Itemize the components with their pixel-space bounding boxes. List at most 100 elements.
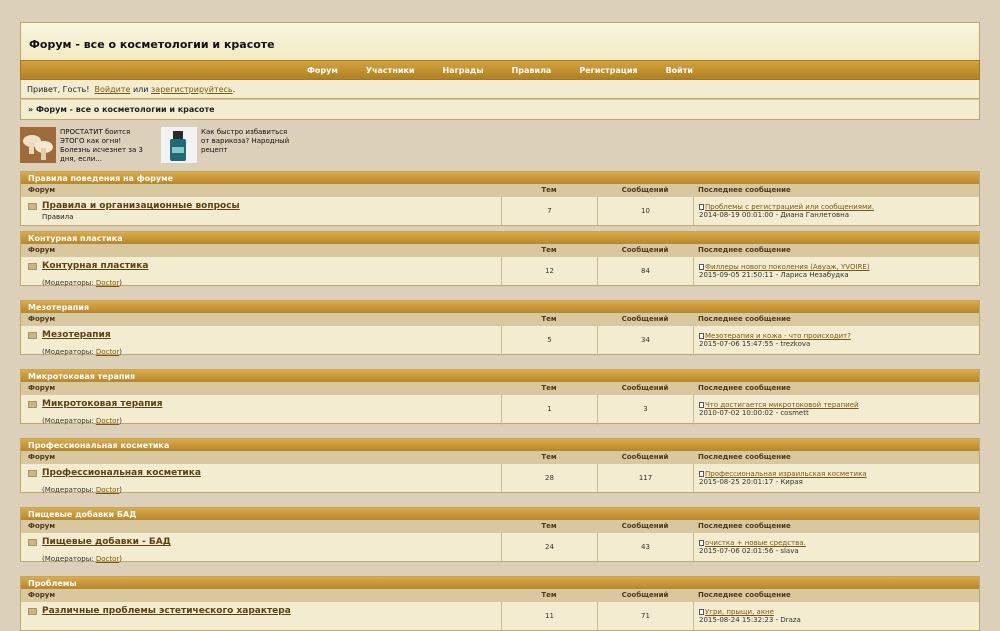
forum-link[interactable]: Пищевые добавки - БАД [42,537,501,547]
header-forum: Форум [28,384,56,392]
header-last-post: Последнее сообщение [698,246,791,254]
last-post-link[interactable]: очистка + новые средства. [705,539,806,547]
guest-info: Привет, Гость! Войдите или зарегистрируй… [20,80,980,99]
ad-item[interactable]: Как быстро избавиться от варикоза? Народ… [161,127,302,165]
document-icon [699,264,704,270]
header-posts: Сообщений [621,315,669,323]
nav-members[interactable]: Участники [352,66,429,75]
topics-count: 5 [501,326,597,356]
last-post-cell: Филлеры нового поколения (Авуаж, YVOIRE)… [693,257,979,287]
moderator-link[interactable]: Doctor [96,279,119,287]
last-post-link[interactable]: Филлеры нового поколения (Авуаж, YVOIRE) [705,263,870,271]
forum-link[interactable]: Контурная пластика [42,261,501,271]
greeting: Привет, Гость! [27,85,90,94]
last-post-link[interactable]: Угри, прыщи, акне [705,608,774,616]
forum-row: Различные проблемы эстетического характе… [21,602,979,630]
moderators-label: (Модераторы: [42,417,94,425]
forum-folder-icon [28,608,37,615]
header-topics: Тем [541,186,557,194]
category-header-row: Форум Тем Сообщений Последнее сообщение [21,589,979,602]
topics-count: 7 [501,197,597,225]
or-text: или [132,85,149,94]
forum-cell: Правила и организационные вопросы Правил… [21,197,501,225]
ad-text[interactable]: ПРОСТАТИТ боится ЭТОГО как огня! Болезнь… [60,127,152,165]
last-post-cell: Мезотерапия и кожа - что происходит? 201… [693,326,979,356]
forum-link[interactable]: Мезотерапия [42,330,501,340]
category-header-row: Форум Тем Сообщений Последнее сообщение [21,451,979,464]
ad-image-bottle[interactable] [161,127,197,163]
forum-cell: Мезотерапия (Модераторы: Doctor) [21,326,501,356]
header-posts: Сообщений [621,384,669,392]
header-posts: Сообщений [621,522,669,530]
header-last-post: Последнее сообщение [698,522,791,530]
info-end: . [232,85,236,94]
forum-folder-icon [28,470,37,477]
ad-image-mushrooms[interactable] [20,127,56,163]
site-header: Форум - все о косметологии и красоте [20,22,980,60]
ad-block: ПРОСТАТИТ боится ЭТОГО как огня! Болезнь… [20,127,302,165]
forum-link[interactable]: Различные проблемы эстетического характе… [42,606,501,616]
document-icon [699,333,704,339]
category-title[interactable]: Пищевые добавки БАД [21,508,979,520]
nav-login[interactable]: Войти [652,66,707,75]
login-link[interactable]: Войдите [95,85,131,94]
category-title[interactable]: Проблемы [21,577,979,589]
category-title[interactable]: Микротоковая терапия [21,370,979,382]
category-title[interactable]: Правила поведения на форуме [21,172,979,184]
last-post-cell: Проблемы с регистрацией или сообщениями.… [693,197,979,225]
document-icon [699,402,704,408]
last-post-link[interactable]: Проблемы с регистрацией или сообщениями. [705,203,874,211]
forum-link[interactable]: Микротоковая терапия [42,399,501,409]
last-post-meta: 2015-08-24 15:32:23 - Draza [699,616,801,624]
forum-moderators: (Модераторы: Doctor) [42,279,123,287]
ad-text[interactable]: Как быстро избавиться от варикоза? Народ… [201,127,293,165]
forum-row: Правила и организационные вопросы Правил… [21,197,979,225]
header-posts: Сообщений [621,591,669,599]
header-last-post: Последнее сообщение [698,591,791,599]
moderators-label: (Модераторы: [42,555,94,563]
document-icon [699,204,704,210]
last-post-link[interactable]: Профессиональная израильская косметика [705,470,867,478]
last-post-link[interactable]: Что достигается микротоковой терапией [705,401,859,409]
forum-cell: Микротоковая терапия (Модераторы: Doctor… [21,395,501,425]
header-posts: Сообщений [621,246,669,254]
category-block: Правила поведения на форуме Форум Тем Со… [20,171,980,226]
last-post-link[interactable]: Мезотерапия и кожа - что происходит? [705,332,851,340]
category-header-row: Форум Тем Сообщений Последнее сообщение [21,520,979,533]
moderator-link[interactable]: Doctor [96,348,119,356]
breadcrumb-link[interactable]: Форум - все о косметологии и красоте [36,105,215,114]
last-post-cell: Что достигается микротоковой терапией 20… [693,395,979,425]
category-title[interactable]: Мезотерапия [21,301,979,313]
forum-folder-icon [28,332,37,339]
moderator-link[interactable]: Doctor [96,555,119,563]
moderators-label: (Модераторы: [42,279,94,287]
nav-register[interactable]: Регистрация [565,66,651,75]
moderator-link[interactable]: Doctor [96,486,119,494]
forum-link[interactable]: Профессиональная косметика [42,468,501,478]
nav-rules[interactable]: Правила [498,66,566,75]
category-title[interactable]: Контурная пластика [21,232,979,244]
nav-awards[interactable]: Награды [428,66,497,75]
header-forum: Форум [28,315,56,323]
category-header-row: Форум Тем Сообщений Последнее сообщение [21,184,979,197]
last-post-meta: 2015-09-05 21:50:11 - Лариса Незабудка [699,271,849,279]
moderators-label: (Модераторы: [42,348,94,356]
register-link[interactable]: зарегистрируйтесь [151,85,233,94]
last-post-cell: Угри, прыщи, акне 2015-08-24 15:32:23 - … [693,602,979,630]
ad-item[interactable]: ПРОСТАТИТ боится ЭТОГО как огня! Болезнь… [20,127,161,165]
forum-cell: Пищевые добавки - БАД (Модераторы: Docto… [21,533,501,563]
category-block: Микротоковая терапия Форум Тем Сообщений… [20,369,980,425]
category-title[interactable]: Профессиональная косметика [21,439,979,451]
moderator-link[interactable]: Doctor [96,417,119,425]
forum-row: Пищевые добавки - БАД (Модераторы: Docto… [21,533,979,563]
breadcrumb-arrow: » [28,105,34,114]
document-icon [699,540,704,546]
nav-forum[interactable]: Форум [293,66,352,75]
category-block: Профессиональная косметика Форум Тем Соо… [20,438,980,494]
forum-folder-icon [28,539,37,546]
header-forum: Форум [28,246,56,254]
header-topics: Тем [541,246,557,254]
topics-count: 12 [501,257,597,287]
last-post-cell: Профессиональная израильская косметика 2… [693,464,979,494]
forum-link[interactable]: Правила и организационные вопросы [42,201,501,211]
